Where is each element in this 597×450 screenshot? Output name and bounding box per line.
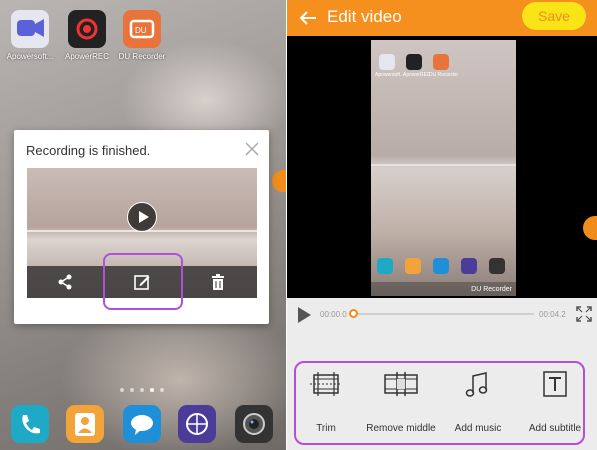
floating-recorder-tab[interactable] — [583, 216, 597, 240]
phone-icon — [377, 258, 393, 274]
floating-recorder-tab[interactable] — [272, 170, 286, 192]
play-icon[interactable] — [127, 202, 157, 232]
browser-icon — [461, 258, 477, 274]
total-time: 00:04.2 — [539, 310, 566, 319]
phone-icon[interactable] — [11, 405, 49, 443]
playback-controls: 00:00.0 00:04.2 — [287, 298, 597, 332]
add-subtitle-button[interactable]: Add subtitle — [517, 368, 593, 438]
home-screen: Apowersoft... ApowerREC DU DU Recorder R… — [0, 0, 286, 450]
app-apowersoft-icon — [379, 54, 395, 70]
app-apowerrec-icon — [406, 54, 422, 70]
close-icon[interactable] — [243, 140, 261, 158]
tool-label: Trim — [316, 423, 336, 434]
messages-icon — [433, 258, 449, 274]
tool-label: Add music — [454, 423, 502, 434]
messages-icon[interactable] — [123, 405, 161, 443]
add-music-button[interactable]: Add music — [440, 368, 516, 438]
video-preview[interactable]: Apowersoft... ApowerREC DU Recorder DU R… — [287, 36, 597, 298]
delete-icon[interactable] — [208, 272, 228, 292]
app-label: ApowerREC — [403, 72, 431, 78]
app-du-recorder-icon — [433, 54, 449, 70]
recorded-screen-preview: Apowersoft... ApowerREC DU Recorder DU R… — [371, 40, 516, 296]
music-note-icon — [465, 372, 488, 397]
remove-middle-icon — [384, 372, 418, 396]
edit-tools: Trim Remove middle Add music Add subtitl… — [287, 332, 597, 450]
trim-icon — [310, 372, 342, 396]
app-label: Apowersoft... — [375, 72, 405, 78]
camera-icon[interactable] — [235, 405, 273, 443]
seek-handle[interactable] — [349, 309, 358, 318]
trim-button[interactable]: Trim — [288, 368, 364, 438]
contacts-icon[interactable] — [66, 405, 104, 443]
camera-icon — [489, 258, 505, 274]
edit-video-screen: Edit video Save Apowersoft... ApowerREC … — [287, 0, 597, 450]
browser-icon[interactable] — [178, 405, 216, 443]
play-icon[interactable] — [298, 307, 311, 323]
page-title: Edit video — [327, 7, 402, 26]
app-label: DU Recorder — [429, 72, 459, 78]
back-arrow-icon[interactable] — [297, 7, 319, 29]
contacts-icon — [405, 258, 421, 274]
save-button[interactable]: Save — [522, 2, 586, 30]
app-label: DU Recorder — [118, 52, 166, 61]
remove-middle-button[interactable]: Remove middle — [363, 368, 439, 438]
share-icon[interactable] — [55, 272, 75, 292]
tool-label: Add subtitle — [528, 423, 582, 434]
du-recorder-watermark: DU Recorder — [471, 286, 512, 293]
app-bar: Edit video Save — [287, 0, 597, 36]
app-apowersoft-icon[interactable] — [11, 10, 49, 48]
edit-highlight — [103, 253, 183, 310]
nav-bar: DU Recorder — [371, 282, 516, 296]
fullscreen-icon[interactable] — [576, 306, 592, 322]
dialog-title: Recording is finished. — [26, 143, 151, 158]
app-du-recorder-icon[interactable]: DU — [123, 10, 161, 48]
subtitle-icon — [543, 371, 567, 397]
tool-label: Remove middle — [366, 423, 436, 434]
app-apowerrec-icon[interactable] — [68, 10, 106, 48]
page-indicator — [120, 388, 164, 392]
svg-text:DU: DU — [135, 26, 147, 35]
status-bar — [371, 40, 516, 48]
current-time: 00:00.0 — [320, 310, 347, 319]
seek-track[interactable] — [351, 313, 534, 315]
